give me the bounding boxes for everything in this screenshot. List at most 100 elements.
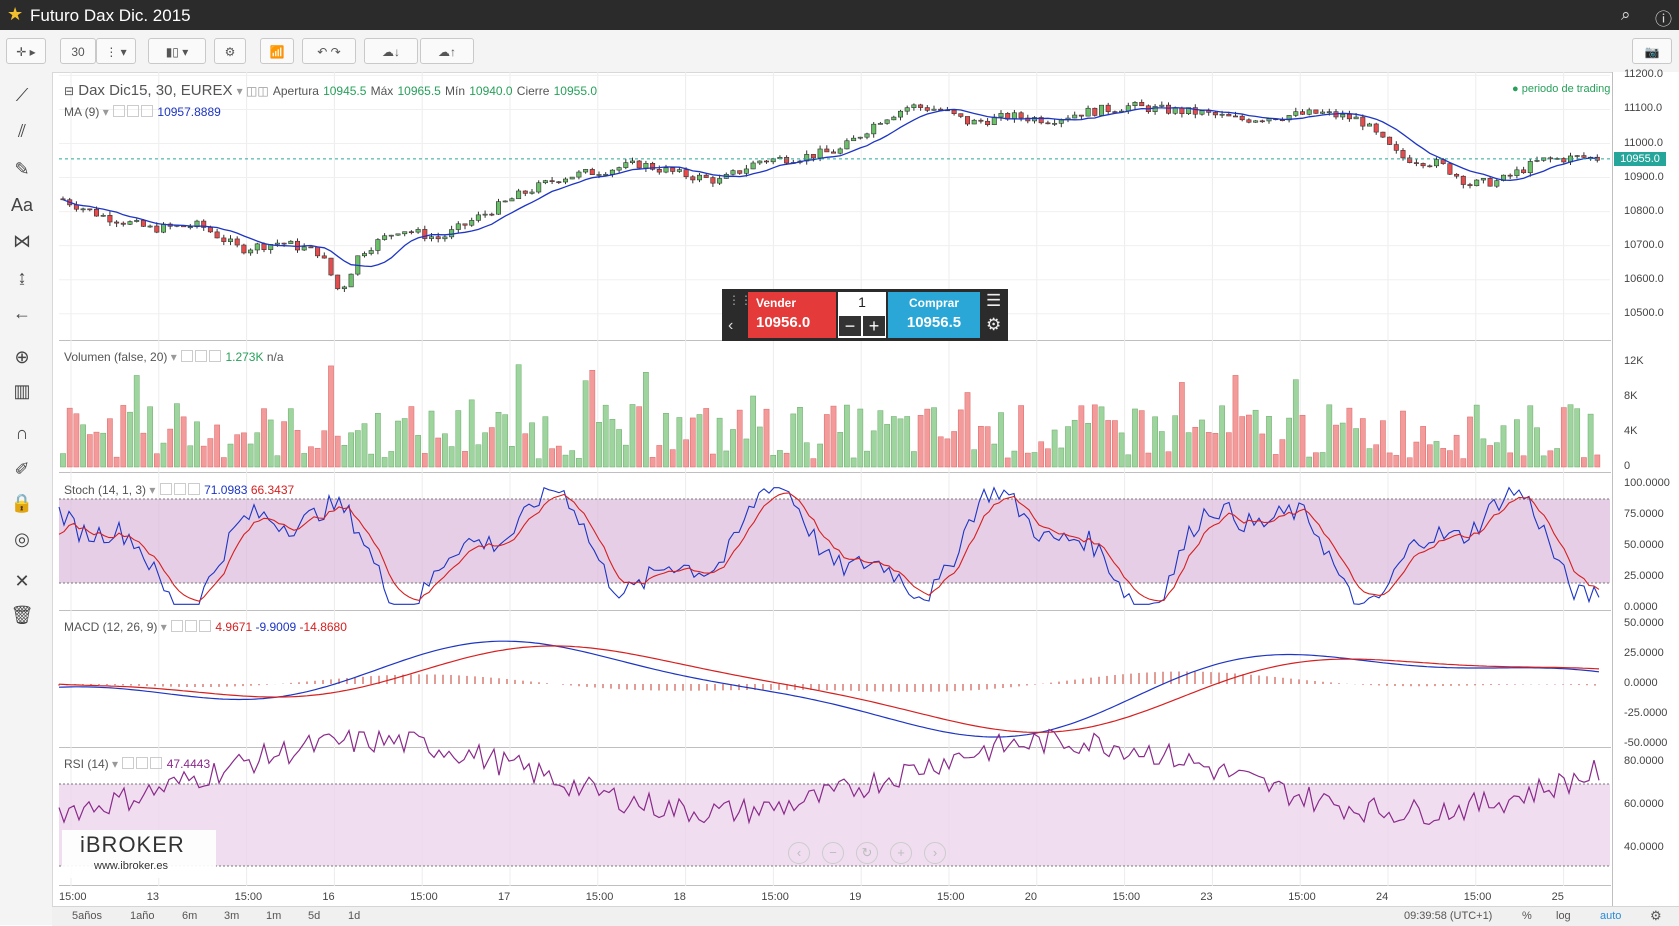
percent-scale-button[interactable]: % <box>1522 910 1532 922</box>
volume-bar <box>1098 406 1105 468</box>
range-5y-button[interactable]: 5años <box>72 910 102 922</box>
volume-bar <box>1467 416 1473 468</box>
price-axis-tick: 10700.0 <box>1624 238 1664 251</box>
volume-bar <box>743 438 750 468</box>
volume-bar <box>442 433 448 468</box>
candle <box>656 168 662 173</box>
volume-bar <box>522 433 529 468</box>
volume-bar <box>783 452 790 468</box>
candle <box>1380 131 1386 138</box>
decrease-quantity-button[interactable]: − <box>839 316 861 336</box>
chart-canvas[interactable] <box>0 0 1679 925</box>
volume-bar <box>448 446 455 468</box>
volume-bar <box>1252 409 1259 468</box>
candle <box>1400 150 1406 159</box>
candle <box>442 236 448 240</box>
candle <box>1581 155 1587 158</box>
scroll-right-button[interactable]: › <box>924 842 946 864</box>
volume-bar <box>1581 457 1587 468</box>
candle <box>1099 104 1105 116</box>
volume-bar <box>696 414 703 468</box>
chart-settings-gear-icon[interactable]: ⚙ <box>1650 908 1662 924</box>
volume-bar <box>1413 441 1420 468</box>
candle <box>1507 174 1513 177</box>
sell-button[interactable]: Vender 10956.0 <box>748 292 836 338</box>
zoom-out-button[interactable]: − <box>822 842 844 864</box>
zoom-in-button[interactable]: + <box>890 842 912 864</box>
ma-settings-icon[interactable]: ▾ <box>103 105 154 119</box>
quantity-value[interactable]: 1 <box>838 294 886 310</box>
volume-bar <box>401 418 408 468</box>
volume-bar <box>864 450 870 468</box>
candle <box>87 208 93 211</box>
volume-bar <box>1292 379 1299 468</box>
clock-time: 09:39:58 (UTC+1) <box>1404 910 1493 922</box>
increase-quantity-button[interactable]: + <box>863 316 885 336</box>
candle <box>107 215 113 223</box>
volume-bar <box>1239 416 1246 468</box>
volume-bar <box>817 443 823 468</box>
candle <box>864 133 870 138</box>
volume-bar <box>1386 452 1393 468</box>
range-5d-button[interactable]: 5d <box>308 910 320 922</box>
volume-bar <box>870 430 877 468</box>
x-axis-label: 15:00 <box>585 891 614 903</box>
volume-axis-tick: 8K <box>1624 390 1638 402</box>
volume-bar <box>381 457 388 468</box>
log-scale-button[interactable]: log <box>1556 910 1571 922</box>
price-axis-tick: 10800.0 <box>1624 204 1664 217</box>
quantity-stepper[interactable]: 1 − + <box>838 292 886 338</box>
candle <box>120 222 126 225</box>
range-3m-button[interactable]: 3m <box>224 910 239 922</box>
auto-scale-button[interactable]: auto <box>1600 910 1621 922</box>
volume-bar <box>535 458 542 468</box>
candle <box>408 231 414 234</box>
collapse-icon[interactable]: ⊟ <box>64 84 74 98</box>
volume-bar <box>656 445 663 468</box>
range-1y-button[interactable]: 1año <box>130 910 154 922</box>
sell-price: 10956.0 <box>756 314 811 331</box>
volume-bar <box>1487 445 1493 468</box>
candle <box>274 242 280 245</box>
volume-bar <box>1534 427 1540 468</box>
candle <box>556 181 562 184</box>
trade-settings-gear-icon[interactable]: ⚙ <box>986 315 1001 335</box>
candle <box>127 221 133 225</box>
rsi-settings-icon[interactable]: ▾ <box>112 757 163 771</box>
legend-dropdown-icon[interactable]: ▾ ◫◫ <box>237 84 269 98</box>
rsi-label: RSI (14) <box>64 757 109 771</box>
x-axis-label: 16 <box>322 891 335 903</box>
volume-bar <box>1152 416 1158 468</box>
reset-chart-button[interactable]: ↻ <box>856 842 878 864</box>
candle <box>1105 104 1111 112</box>
range-1m-button[interactable]: 1m <box>266 910 281 922</box>
candle <box>147 225 153 228</box>
volume-bar <box>649 457 656 468</box>
volume-bar <box>488 427 495 468</box>
candle <box>1514 169 1520 176</box>
candle <box>1172 107 1178 114</box>
volume-bar <box>1313 452 1319 468</box>
range-1d-button[interactable]: 1d <box>348 910 360 922</box>
price-axis-tick: 10900.0 <box>1624 170 1664 183</box>
candle <box>1413 162 1419 164</box>
volume-bar <box>308 446 314 468</box>
candle <box>576 171 582 178</box>
range-6m-button[interactable]: 6m <box>182 910 197 922</box>
scroll-left-button[interactable]: ‹ <box>788 842 810 864</box>
volume-bar <box>924 408 931 468</box>
volume-bar <box>1554 448 1560 468</box>
volume-settings-icon[interactable]: ▾ <box>171 350 222 364</box>
volume-bar <box>844 404 850 468</box>
menu-icon[interactable]: ☰ <box>986 291 1001 311</box>
stoch-settings-icon[interactable]: ▾ <box>149 483 200 497</box>
candle <box>1132 102 1138 106</box>
candle <box>495 201 501 215</box>
collapse-arrow-icon[interactable]: ‹ <box>728 317 733 335</box>
macd-settings-icon[interactable]: ▾ <box>161 620 212 634</box>
volume-bar <box>1179 382 1185 468</box>
price-axis-tick: 10600.0 <box>1624 272 1664 285</box>
buy-button[interactable]: Comprar 10956.5 <box>888 292 980 338</box>
candle <box>1212 112 1218 116</box>
volume-bar <box>1587 413 1594 468</box>
